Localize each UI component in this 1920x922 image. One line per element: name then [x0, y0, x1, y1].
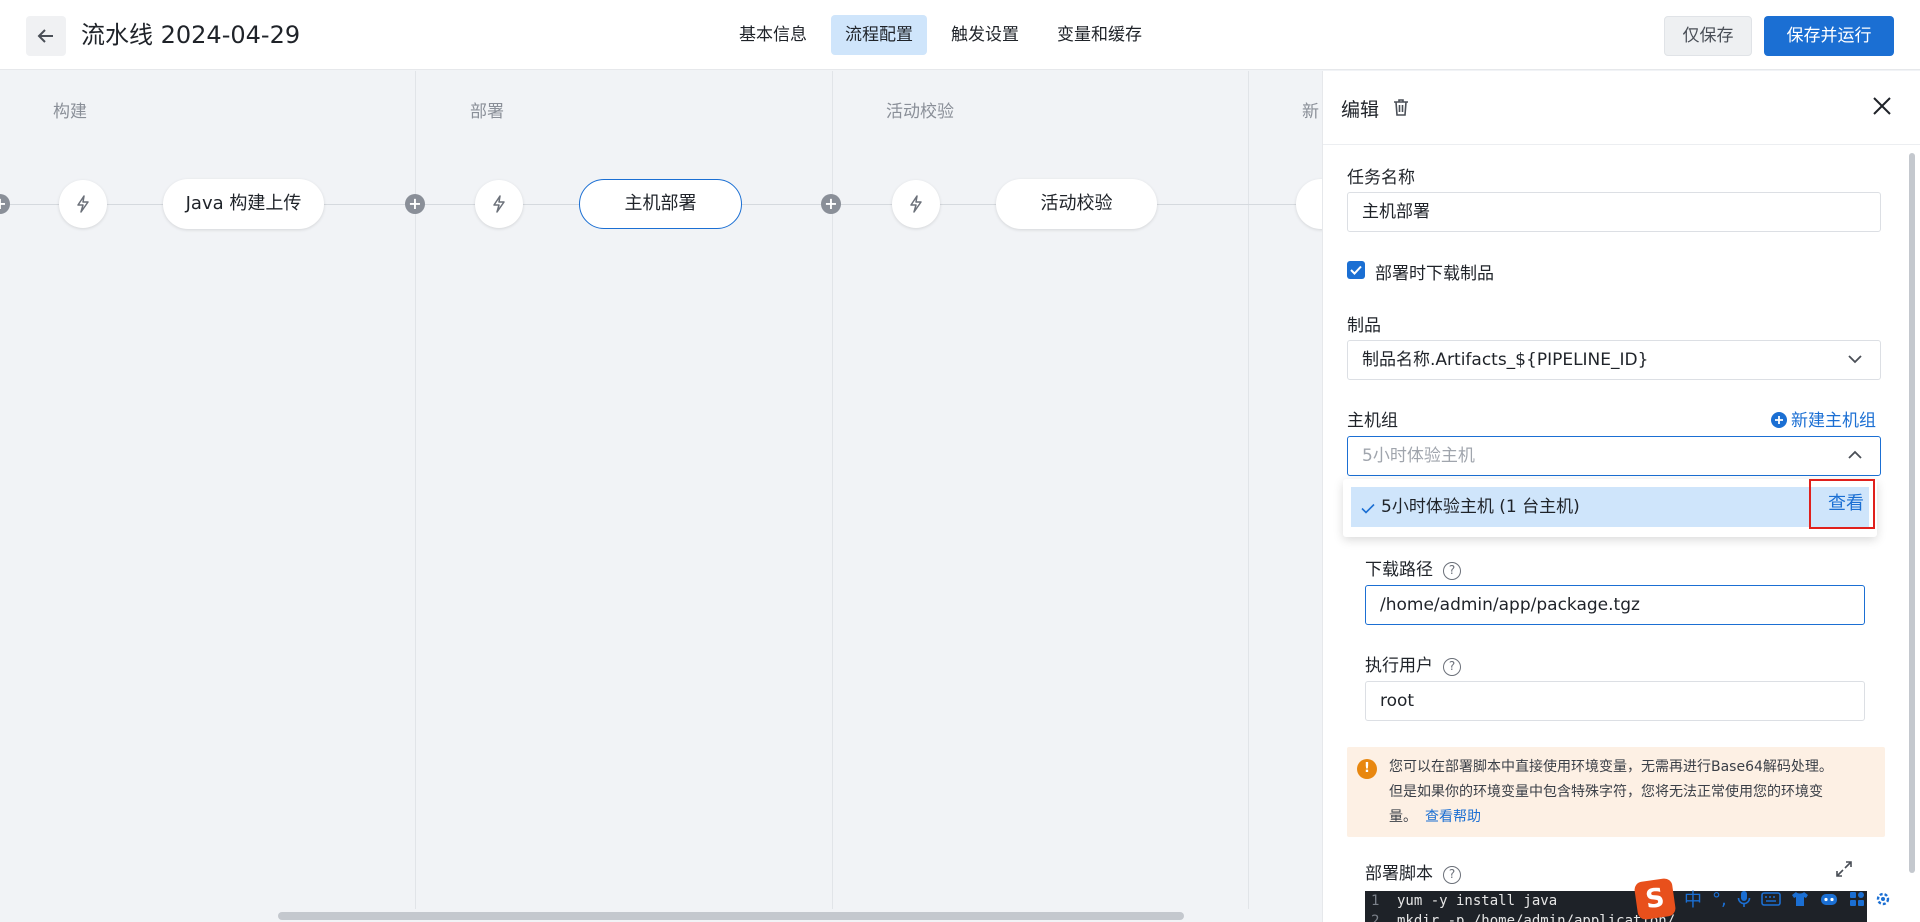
shirt-icon[interactable] [1791, 891, 1809, 907]
alert-text: 您可以在部署脚本中直接使用环境变量，无需再进行Base64解码处理。 但是如果你… [1389, 755, 1873, 830]
close-icon[interactable] [1871, 95, 1893, 117]
grid-icon[interactable] [1849, 891, 1865, 907]
host-group-select[interactable]: 5小时体验主机 [1347, 436, 1881, 476]
download-path-label-text: 下载路径 [1365, 560, 1433, 580]
question-icon[interactable]: ? [1443, 658, 1461, 676]
ime-punctuation[interactable]: °, [1712, 889, 1727, 910]
code-text: yum -y install java [1397, 893, 1558, 909]
vertical-scrollbar-thumb[interactable] [1909, 153, 1915, 873]
info-alert: ! 您可以在部署脚本中直接使用环境变量，无需再进行Base64解码处理。 但是如… [1347, 747, 1885, 837]
alert-line: 量。 [1389, 809, 1417, 825]
host-group-select-placeholder: 5小时体验主机 [1362, 446, 1475, 466]
stage-title-new: 新 [1302, 102, 1319, 122]
alert-line-last: 量。 查看帮助 [1389, 805, 1873, 830]
host-group-label: 主机组 [1347, 411, 1398, 431]
exec-user-label: 执行用户? [1365, 651, 1461, 676]
download-path-input[interactable]: /home/admin/app/package.tgz [1365, 585, 1865, 625]
alert-line: 但是如果你的环境变量中包含特殊字符，您将无法正常使用您的环境变 [1389, 784, 1823, 800]
top-bar: 流水线 2024-04-29 基本信息 流程配置 触发设置 变量和缓存 仅保存 … [0, 0, 1920, 70]
save-and-run-button[interactable]: 保存并运行 [1764, 16, 1894, 56]
arrow-left-icon [37, 29, 53, 43]
highlight-box [1809, 479, 1875, 529]
check-icon [1361, 503, 1375, 514]
settings-icon[interactable] [1875, 891, 1891, 907]
script-label: 部署脚本? [1365, 859, 1461, 884]
exec-user-label-text: 执行用户 [1365, 656, 1433, 676]
tab-variables-cache[interactable]: 变量和缓存 [1043, 15, 1156, 55]
trigger-node[interactable] [892, 180, 940, 228]
task-name-input[interactable]: 主机部署 [1347, 192, 1881, 232]
horizontal-scrollbar-thumb[interactable] [278, 912, 1184, 920]
stage-title-build: 构建 [53, 102, 87, 122]
stage-divider [1248, 71, 1249, 922]
tab-bar: 基本信息 流程配置 触发设置 变量和缓存 [725, 15, 1166, 55]
add-stage-button[interactable]: + [0, 194, 10, 214]
line-number: 2 [1371, 913, 1380, 922]
ime-toolbar: S 中 °, [1633, 876, 1920, 922]
add-stage-button[interactable]: + [405, 194, 425, 214]
ime-chinese-mode[interactable]: 中 [1684, 886, 1702, 912]
edit-panel: 编辑 任务名称 主机部署 部署时下载制品 制品 制品名称.Artifacts_$… [1322, 71, 1920, 922]
download-artifact-label: 部署时下载制品 [1375, 264, 1494, 284]
chevron-down-icon [1848, 355, 1862, 364]
mic-icon[interactable] [1737, 890, 1751, 908]
lightning-icon [493, 195, 505, 213]
panel-header: 编辑 [1323, 71, 1920, 145]
host-group-option-label: 5小时体验主机 (1 台主机) [1381, 497, 1580, 517]
lightning-icon [77, 195, 89, 213]
host-group-option[interactable]: 5小时体验主机 (1 台主机) [1351, 487, 1869, 527]
script-label-text: 部署脚本 [1365, 864, 1433, 884]
chevron-up-icon [1848, 450, 1862, 459]
robot-icon[interactable] [1819, 891, 1839, 907]
save-only-button[interactable]: 仅保存 [1664, 16, 1752, 56]
tab-basic-info[interactable]: 基本信息 [725, 15, 821, 55]
job-java-build[interactable]: Java 构建上传 [163, 179, 324, 229]
question-icon[interactable]: ? [1443, 562, 1461, 580]
keyboard-icon[interactable] [1760, 891, 1781, 907]
exec-user-input[interactable]: root [1365, 681, 1865, 721]
help-link[interactable]: 查看帮助 [1425, 809, 1481, 825]
trigger-node[interactable] [59, 180, 107, 228]
plus-circle-icon [1771, 412, 1787, 428]
job-new-partial[interactable] [1296, 179, 1322, 229]
lightning-icon [910, 195, 922, 213]
tab-trigger-settings[interactable]: 触发设置 [937, 15, 1033, 55]
panel-title: 编辑 [1341, 99, 1380, 121]
check-icon [1350, 265, 1362, 275]
artifact-label: 制品 [1347, 316, 1381, 336]
stage-title-deploy: 部署 [470, 102, 504, 122]
download-artifact-checkbox[interactable] [1347, 261, 1365, 279]
back-button[interactable] [26, 16, 66, 56]
host-group-dropdown: 5小时体验主机 (1 台主机) 查看 [1343, 479, 1877, 537]
job-host-deploy[interactable]: 主机部署 [579, 179, 742, 229]
warning-icon: ! [1357, 759, 1377, 779]
code-text: mkdir -p /home/admin/application/ [1397, 913, 1676, 922]
new-host-group-label: 新建主机组 [1791, 411, 1876, 431]
download-path-label: 下载路径? [1365, 555, 1461, 580]
job-activity-verify[interactable]: 活动校验 [996, 179, 1157, 229]
artifact-select-value: 制品名称.Artifacts_${PIPELINE_ID} [1362, 350, 1649, 370]
tab-flow-config[interactable]: 流程配置 [831, 15, 927, 55]
ime-logo[interactable]: S [1633, 877, 1677, 921]
page-title: 流水线 2024-04-29 [81, 21, 301, 49]
line-number: 1 [1371, 893, 1380, 909]
artifact-select[interactable]: 制品名称.Artifacts_${PIPELINE_ID} [1347, 340, 1881, 380]
trash-icon[interactable] [1391, 97, 1411, 117]
trigger-node[interactable] [475, 180, 523, 228]
question-icon[interactable]: ? [1443, 866, 1461, 884]
new-host-group-link[interactable]: 新建主机组 [1771, 406, 1876, 431]
stage-title-verify: 活动校验 [886, 102, 954, 122]
task-name-label: 任务名称 [1347, 168, 1415, 188]
alert-line: 您可以在部署脚本中直接使用环境变量，无需再进行Base64解码处理。 [1389, 759, 1833, 775]
pipeline-canvas: 构建 部署 活动校验 新 + Java 构建上传 + 主机部署 + 活动校验 [0, 71, 1322, 922]
add-stage-button[interactable]: + [821, 194, 841, 214]
